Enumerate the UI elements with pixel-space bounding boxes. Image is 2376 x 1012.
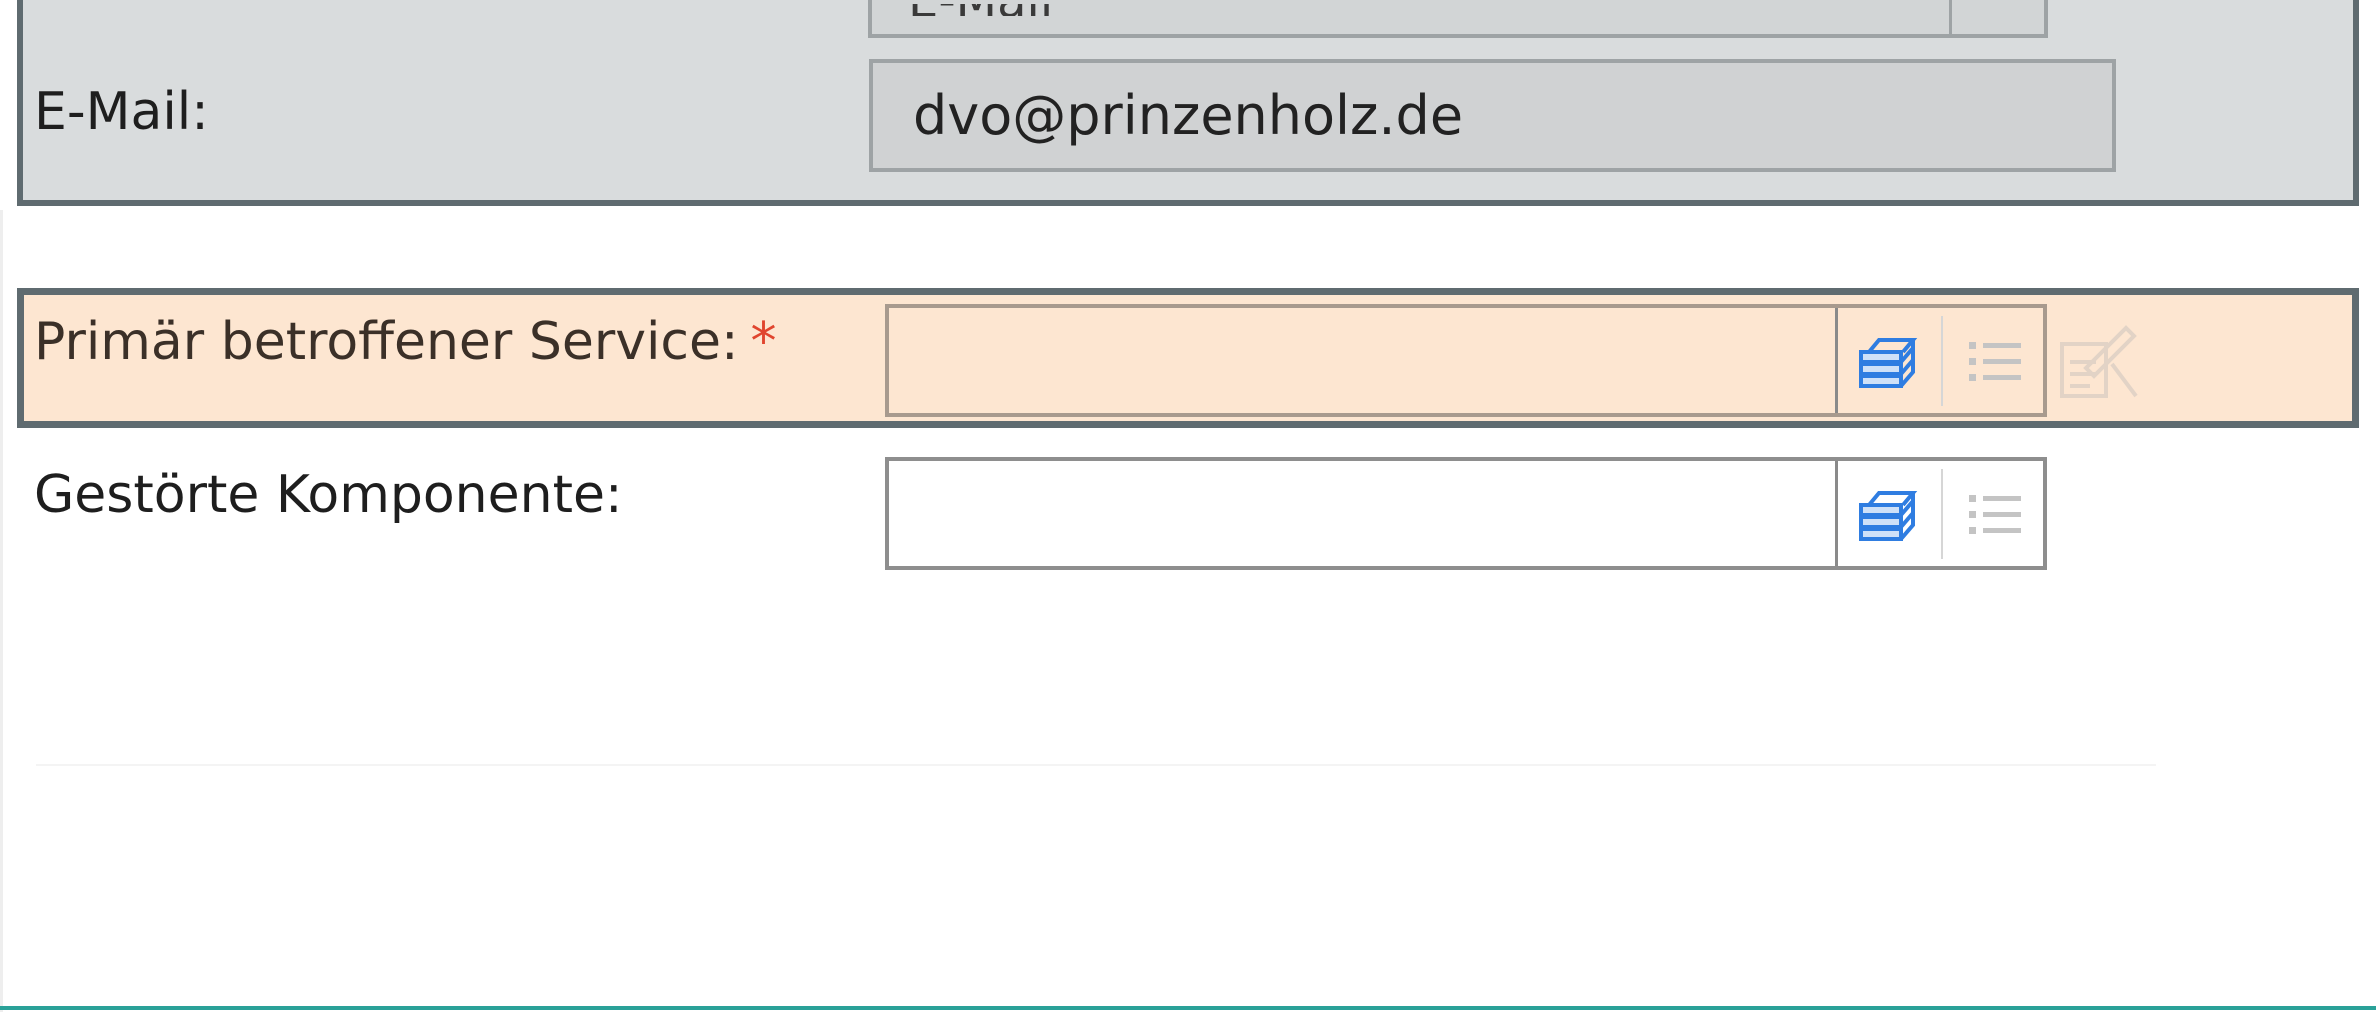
- service-input[interactable]: [889, 308, 1829, 413]
- service-label-text: Primär betroffener Service:: [34, 312, 739, 372]
- database-lookup-icon[interactable]: [1849, 322, 1929, 402]
- component-input[interactable]: [889, 461, 1829, 566]
- contact-method-value: E-Mail: [908, 4, 1053, 16]
- left-border: [0, 210, 3, 1012]
- form-page: E-Mail E-Mail: Primär betroffener Servic…: [0, 0, 2376, 1012]
- service-label: Primär betroffener Service: *: [34, 312, 777, 372]
- component-label: Gestörte Komponente:: [34, 465, 623, 525]
- contact-method-select[interactable]: E-Mail: [868, 0, 2048, 38]
- field-divider: [1835, 461, 1838, 566]
- field-divider: [1835, 308, 1838, 413]
- required-marker: *: [750, 312, 777, 372]
- list-icon[interactable]: [1955, 475, 2035, 555]
- bottom-accent-line: [0, 1006, 2376, 1010]
- section-separator: [36, 764, 2156, 766]
- service-lookup-field: [885, 304, 2047, 417]
- edit-disabled-icon: [2056, 318, 2140, 402]
- icon-separator: [1941, 469, 1943, 560]
- component-lookup-field: [885, 457, 2047, 570]
- database-lookup-icon[interactable]: [1849, 475, 1929, 555]
- list-icon[interactable]: [1955, 322, 2035, 402]
- email-field[interactable]: [869, 59, 2116, 172]
- icon-separator: [1941, 316, 1943, 407]
- email-label: E-Mail:: [34, 82, 209, 142]
- select-divider: [1949, 0, 1952, 34]
